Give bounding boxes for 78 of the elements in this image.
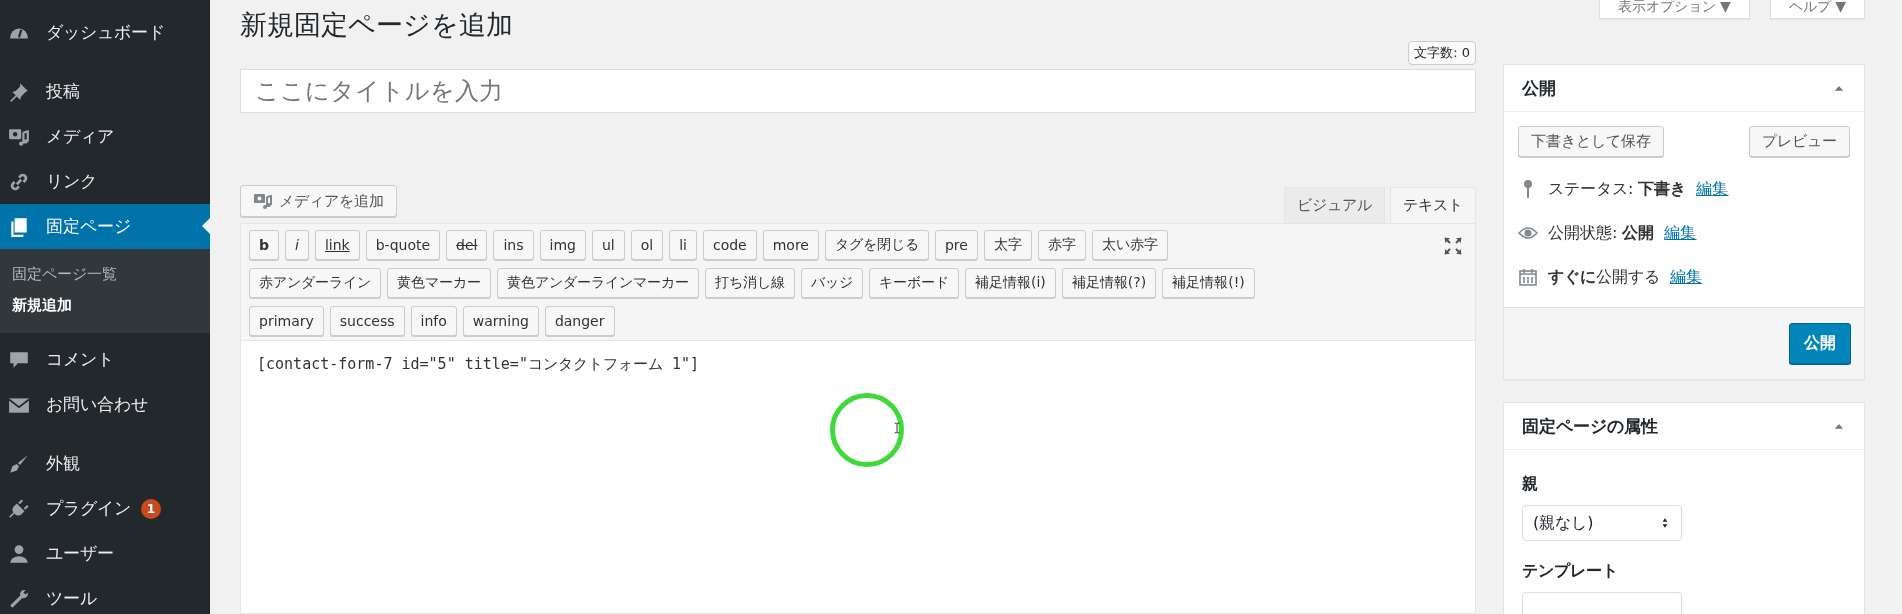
toolbar-button[interactable]: danger	[544, 306, 615, 336]
media-icon	[253, 191, 273, 211]
edit-link[interactable]: 編集	[1696, 178, 1729, 200]
panel-title: 固定ページの属性	[1522, 414, 1658, 438]
count-badge: 1	[141, 498, 161, 519]
text-editor[interactable]: [contact-form-7 id="5" title="コンタクトフォーム 1"]	[240, 341, 1476, 614]
edit-link[interactable]: 編集	[1670, 266, 1702, 288]
toolbar-button[interactable]: code	[702, 230, 757, 260]
toolbar-button[interactable]: 補足情報(!)	[1162, 268, 1255, 298]
title-field[interactable]: ここにタイトルを入力	[240, 69, 1476, 113]
toolbar-button[interactable]: 黄色アンダーラインマーカー	[497, 268, 699, 298]
toolbar-button[interactable]: ol	[630, 230, 664, 260]
sidebar-item[interactable]: 固定ページ	[0, 204, 210, 249]
wrench-icon	[8, 587, 30, 610]
publish-setting-text: すぐに公開する	[1548, 266, 1660, 288]
toolbar-button[interactable]: primary	[249, 306, 324, 336]
publish-setting-text: 公開状態: 公開	[1548, 222, 1655, 244]
toolbar-button[interactable]: 補足情報(?)	[1061, 268, 1157, 298]
toolbar-button[interactable]: 赤字	[1037, 230, 1086, 260]
toolbar-button[interactable]: i	[285, 230, 309, 260]
word-count: 文字数: 0	[1408, 41, 1476, 65]
toolbar-button[interactable]: pre	[935, 230, 978, 260]
sidebar-item[interactable]: メディア	[0, 114, 210, 159]
sidebar-item[interactable]: 外観	[0, 441, 210, 486]
preview-button[interactable]: プレビュー	[1749, 126, 1850, 157]
sidebar-item[interactable]: プラグイン 1	[0, 486, 210, 531]
fullscreen-icon	[1443, 236, 1463, 256]
toolbar-button[interactable]: link	[314, 230, 360, 260]
toolbar-button[interactable]: ins	[493, 230, 534, 260]
editor-text: [contact-form-7 id="5" title="コンタクトフォーム 1"]	[257, 355, 701, 374]
panel-title: 公開	[1522, 76, 1556, 100]
calendar-icon	[1518, 267, 1538, 287]
toolbar-button[interactable]: 太い赤字	[1091, 230, 1168, 260]
parent-select[interactable]: (親なし)	[1522, 505, 1682, 541]
pages-icon	[8, 215, 30, 238]
screen-options-tab[interactable]: ヘルプ ▼	[1769, 0, 1865, 19]
toolbar-button[interactable]: li	[669, 230, 697, 260]
toolbar-button[interactable]: バッジ	[801, 268, 863, 298]
toolbar-button[interactable]: success	[329, 306, 405, 336]
add-media-button[interactable]: メディアを追加	[240, 185, 397, 217]
submenu-item[interactable]: 固定ページ一覧	[0, 259, 210, 290]
toolbar-button[interactable]: ul	[591, 230, 625, 260]
toolbar-button[interactable]: 赤アンダーライン	[249, 268, 381, 298]
click-indicator-icon	[830, 393, 904, 467]
page-title: 新規固定ページを追加	[240, 8, 514, 42]
toolbar-button[interactable]: b-quote	[365, 230, 441, 260]
plug-icon	[8, 497, 30, 520]
toolbar-button[interactable]: warning	[462, 306, 539, 336]
sidebar-item[interactable]: リンク	[0, 159, 210, 204]
toolbar-button[interactable]: 打ち消し線	[705, 268, 795, 298]
toolbar-button[interactable]: img	[539, 230, 586, 260]
toolbar-button[interactable]: b	[249, 230, 280, 260]
editor-tab[interactable]: ビジュアル	[1284, 187, 1385, 223]
toolbar-button[interactable]: 太字	[983, 230, 1032, 260]
brush-icon	[8, 452, 30, 475]
sidebar-item[interactable]: お問い合わせ	[0, 382, 210, 427]
save-draft-button[interactable]: 下書きとして保存	[1518, 126, 1664, 157]
publish-button[interactable]: 公開	[1789, 323, 1851, 364]
field-label: 親	[1522, 474, 1538, 495]
field-label: テンプレート	[1522, 561, 1618, 582]
editor-tab[interactable]: テキスト	[1390, 187, 1476, 223]
toolbar-button[interactable]: 黄色マーカー	[387, 268, 491, 298]
toolbar-button[interactable]: del	[446, 230, 488, 260]
submenu-item[interactable]: 新規追加	[0, 290, 210, 321]
screen-options-tab[interactable]: 表示オプション ▼	[1598, 0, 1750, 19]
toolbar-button[interactable]: タグを閉じる	[825, 230, 929, 260]
sidebar-item[interactable]: コメント	[0, 337, 210, 382]
user-icon	[8, 542, 30, 565]
sidebar-item[interactable]: 投稿	[0, 69, 210, 114]
publish-setting-text: ステータス: 下書き	[1548, 178, 1687, 200]
sidebar-item[interactable]: ダッシュボード	[0, 10, 210, 55]
sidebar-item[interactable]: ツール	[0, 576, 210, 614]
toolbar-button[interactable]: more	[762, 230, 819, 260]
toolbar-button[interactable]: キーボード	[869, 268, 959, 298]
toolbar-button[interactable]: info	[410, 306, 457, 336]
toolbar-button[interactable]: 補足情報(i)	[965, 268, 1056, 298]
edit-link[interactable]: 編集	[1664, 222, 1697, 244]
sidebar-item[interactable]: ユーザー	[0, 531, 210, 576]
